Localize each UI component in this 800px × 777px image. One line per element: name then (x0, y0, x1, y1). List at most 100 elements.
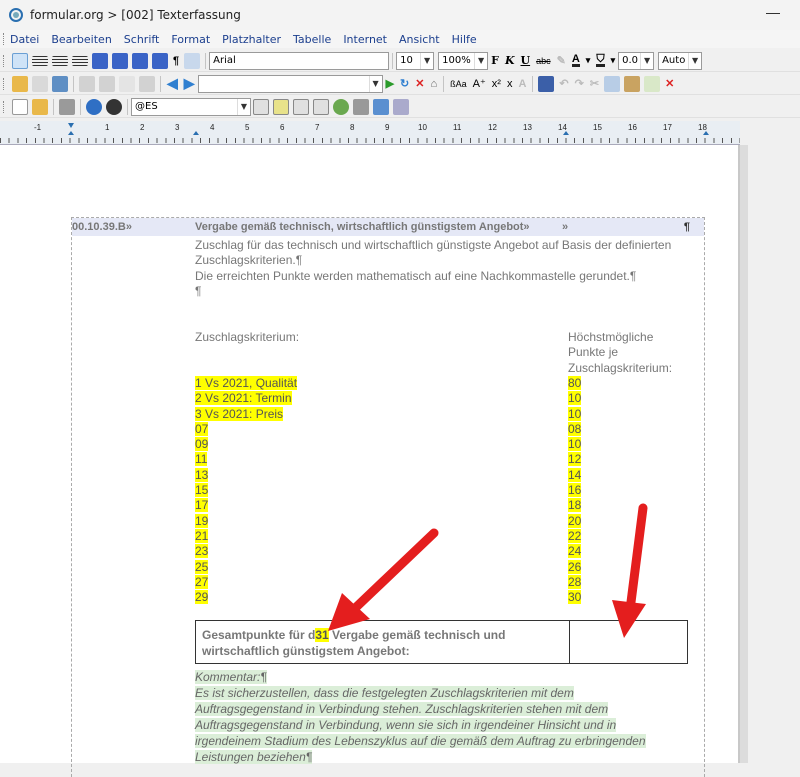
menu-grip (3, 33, 6, 45)
menu-bearbeiten[interactable]: Bearbeiten (51, 33, 111, 46)
ruler-number: 5 (245, 123, 250, 132)
bookmark-4-icon[interactable] (152, 52, 168, 69)
menu-ansicht[interactable]: Ansicht (399, 33, 440, 46)
frame-icon[interactable] (253, 98, 269, 115)
check-icon[interactable] (644, 75, 661, 92)
separator (127, 98, 128, 115)
text-box-icon[interactable] (273, 98, 289, 115)
ruler-number: 7 (315, 123, 320, 132)
bookmark-2-icon[interactable] (112, 52, 128, 69)
go-icon[interactable]: ▶ (386, 77, 394, 90)
align-center-icon[interactable] (32, 55, 48, 66)
right-indent-marker[interactable] (703, 131, 709, 135)
separator (160, 75, 161, 92)
plugin-icon[interactable] (333, 98, 349, 115)
address-select[interactable]: ▼ (197, 74, 383, 93)
bookmark-3-icon[interactable] (132, 52, 148, 69)
grow-font-icon[interactable]: A⁺ (473, 77, 486, 90)
back-icon[interactable]: ◀ (167, 75, 178, 92)
zoom-select[interactable]: 100% ▼ (438, 51, 489, 70)
tab-stop[interactable] (563, 131, 569, 135)
auto-select[interactable]: Auto ▼ (658, 51, 703, 70)
menu-platzhalter[interactable]: Platzhalter (222, 33, 281, 46)
strikethrough-icon[interactable]: abc (536, 56, 551, 66)
case-icon[interactable]: ßAa (450, 79, 467, 89)
align-left-icon[interactable] (12, 52, 28, 69)
text-block[interactable]: 00.10.39.B» Vergabe gemäß technisch, wir… (71, 217, 705, 777)
fill-color-icon[interactable]: ⛉ (596, 54, 605, 67)
dropdown-icon[interactable]: ▾ (611, 55, 616, 66)
forward-icon[interactable]: ▶ (184, 75, 195, 92)
menu-schrift[interactable]: Schrift (124, 33, 160, 46)
print-icon[interactable] (59, 98, 75, 115)
ruler-number: 9 (385, 123, 390, 132)
font-size-select[interactable]: 10 ▼ (396, 51, 435, 70)
refresh-icon[interactable]: ↻ (400, 77, 409, 90)
redo-icon[interactable]: ↷ (575, 77, 584, 90)
edit-icon[interactable] (12, 75, 28, 92)
pilcrow-icon[interactable]: ¶ (173, 55, 179, 67)
disabled-icon (79, 75, 95, 92)
ruler-number: 6 (280, 123, 285, 132)
bold-icon[interactable]: F (491, 54, 499, 67)
first-indent-marker[interactable] (68, 123, 74, 128)
tools-icon[interactable] (353, 98, 369, 115)
list-icon[interactable] (184, 52, 201, 69)
cut-icon[interactable]: ✂ (590, 77, 599, 90)
italic-icon[interactable]: K (505, 54, 515, 67)
undo-icon[interactable]: ↶ (559, 77, 568, 90)
menu-datei[interactable]: Datei (10, 33, 39, 46)
copy-icon[interactable] (604, 75, 621, 92)
criterion-item: 21 (195, 528, 209, 543)
toolbar-grip (3, 77, 6, 90)
database-icon[interactable] (373, 98, 389, 115)
save-disk-icon[interactable] (538, 75, 555, 92)
save-icon[interactable] (52, 75, 68, 92)
minimize-button[interactable]: — (766, 4, 780, 20)
justify-icon[interactable] (72, 55, 88, 66)
ruler-number: 13 (523, 123, 532, 132)
style-select[interactable]: @ES ▼ (131, 97, 251, 116)
separator (73, 75, 74, 92)
delete-icon[interactable]: ✕ (665, 77, 674, 90)
criterion-item: 13 (195, 467, 209, 482)
home-icon[interactable]: ⌂ (430, 78, 437, 90)
preview-icon[interactable] (106, 98, 122, 115)
clear-format-icon[interactable]: A (518, 78, 526, 90)
stop-icon[interactable]: ✕ (415, 77, 424, 90)
font-select[interactable]: Arial (209, 51, 390, 70)
page-icon[interactable] (32, 75, 48, 92)
font-color-icon[interactable]: A (571, 54, 580, 67)
menu-hilfe[interactable]: Hilfe (452, 33, 477, 46)
left-indent-marker[interactable] (68, 131, 74, 135)
underline-icon[interactable]: U (521, 54, 531, 67)
menu-bar: Datei Bearbeiten Schrift Format Platzhal… (0, 30, 800, 48)
document-icon[interactable] (119, 75, 135, 92)
tab-stop[interactable] (193, 131, 199, 135)
spacing-select[interactable]: 0.0 ▼ (618, 51, 655, 70)
points-item: 30 (568, 590, 582, 605)
disabled-icon (99, 75, 115, 92)
table-icon[interactable] (293, 98, 309, 115)
dropdown-icon[interactable]: ▾ (586, 55, 591, 66)
superscript-icon[interactable]: x² (492, 78, 501, 90)
menu-internet[interactable]: Internet (343, 33, 387, 46)
separator (532, 75, 534, 92)
ruler[interactable]: -1 1 2 3 4 5 6 7 8 9 10 11 12 13 14 15 1… (0, 121, 740, 145)
help-icon[interactable] (86, 98, 102, 115)
criterion-item: 07 (195, 421, 209, 436)
document-page[interactable]: 00.10.39.B» Vergabe gemäß technisch, wir… (0, 145, 740, 777)
menu-tabelle[interactable]: Tabelle (293, 33, 331, 46)
bookmark-icon[interactable] (92, 52, 108, 69)
paste-icon[interactable] (624, 75, 641, 92)
points-item: 08 (568, 421, 582, 436)
form-icon[interactable] (393, 98, 409, 115)
menu-format[interactable]: Format (171, 33, 210, 46)
highlighter-icon[interactable]: ✎ (557, 54, 566, 67)
open-folder-icon[interactable] (32, 98, 48, 115)
align-right-icon[interactable] (52, 55, 68, 66)
scrollbar[interactable] (740, 145, 748, 763)
subscript-icon[interactable]: x (507, 78, 513, 90)
new-file-icon[interactable] (12, 98, 28, 115)
image-icon[interactable] (313, 98, 329, 115)
